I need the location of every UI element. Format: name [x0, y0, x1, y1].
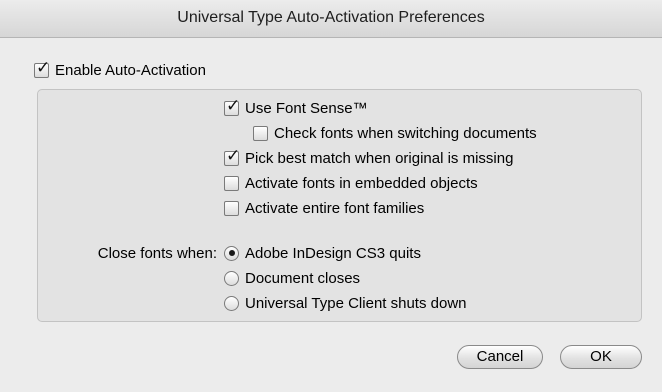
enable-auto-activation-label: Enable Auto-Activation	[55, 61, 206, 79]
radio-client-shuts-down[interactable]	[224, 295, 239, 311]
pick-best-match-label: Pick best match when original is missing	[245, 149, 514, 167]
enable-auto-activation-checkbox-row[interactable]: ✓ Enable Auto-Activation	[34, 58, 206, 80]
check-fonts-switching-label: Check fonts when switching documents	[274, 124, 537, 142]
radio-indesign-quits-label: Adobe InDesign CS3 quits	[245, 244, 421, 262]
enable-auto-activation-checkbox[interactable]: ✓	[34, 58, 50, 78]
use-font-sense-checkbox-row[interactable]: ✓ Use Font Sense™	[224, 96, 368, 118]
activate-embedded-label: Activate fonts in embedded objects	[245, 174, 478, 192]
checkmark-icon: ✓	[36, 57, 51, 78]
radio-document-closes[interactable]	[224, 270, 239, 286]
ok-button[interactable]: OK	[560, 345, 642, 369]
radio-document-closes-row[interactable]: Document closes	[224, 268, 360, 288]
window-title: Universal Type Auto-Activation Preferenc…	[177, 9, 485, 26]
checkmark-icon: ✓	[226, 95, 241, 116]
use-font-sense-checkbox[interactable]: ✓	[224, 96, 240, 116]
activate-embedded-checkbox[interactable]	[224, 175, 239, 191]
radio-document-closes-label: Document closes	[245, 269, 361, 287]
close-fonts-label-row: Close fonts when:	[38, 243, 217, 263]
check-fonts-switching-checkbox-row[interactable]: Check fonts when switching documents	[253, 123, 537, 143]
check-fonts-switching-checkbox[interactable]	[253, 125, 268, 141]
window-titlebar: Universal Type Auto-Activation Preferenc…	[0, 0, 662, 38]
activate-families-label: Activate entire font families	[245, 199, 425, 217]
radio-indesign-quits-row[interactable]: Adobe InDesign CS3 quits	[224, 243, 421, 263]
use-font-sense-label: Use Font Sense™	[245, 99, 368, 117]
preferences-dialog: ✓ Enable Auto-Activation ✓ Use Font Sens…	[0, 38, 662, 392]
auto-activation-options-group: ✓ Use Font Sense™ Check fonts when switc…	[37, 89, 642, 322]
radio-indesign-quits[interactable]	[224, 245, 239, 261]
radio-client-shuts-down-row[interactable]: Universal Type Client shuts down	[224, 293, 467, 313]
activate-families-checkbox[interactable]	[224, 200, 239, 216]
checkmark-icon: ✓	[226, 145, 241, 166]
radio-client-shuts-down-label: Universal Type Client shuts down	[245, 294, 467, 312]
pick-best-match-checkbox[interactable]: ✓	[224, 146, 240, 166]
close-fonts-when-label: Close fonts when:	[97, 244, 217, 262]
radio-selected-dot-icon	[228, 250, 235, 256]
activate-families-checkbox-row[interactable]: Activate entire font families	[224, 198, 424, 218]
pick-best-match-checkbox-row[interactable]: ✓ Pick best match when original is missi…	[224, 146, 514, 168]
activate-embedded-checkbox-row[interactable]: Activate fonts in embedded objects	[224, 173, 478, 193]
cancel-button[interactable]: Cancel	[457, 345, 543, 369]
